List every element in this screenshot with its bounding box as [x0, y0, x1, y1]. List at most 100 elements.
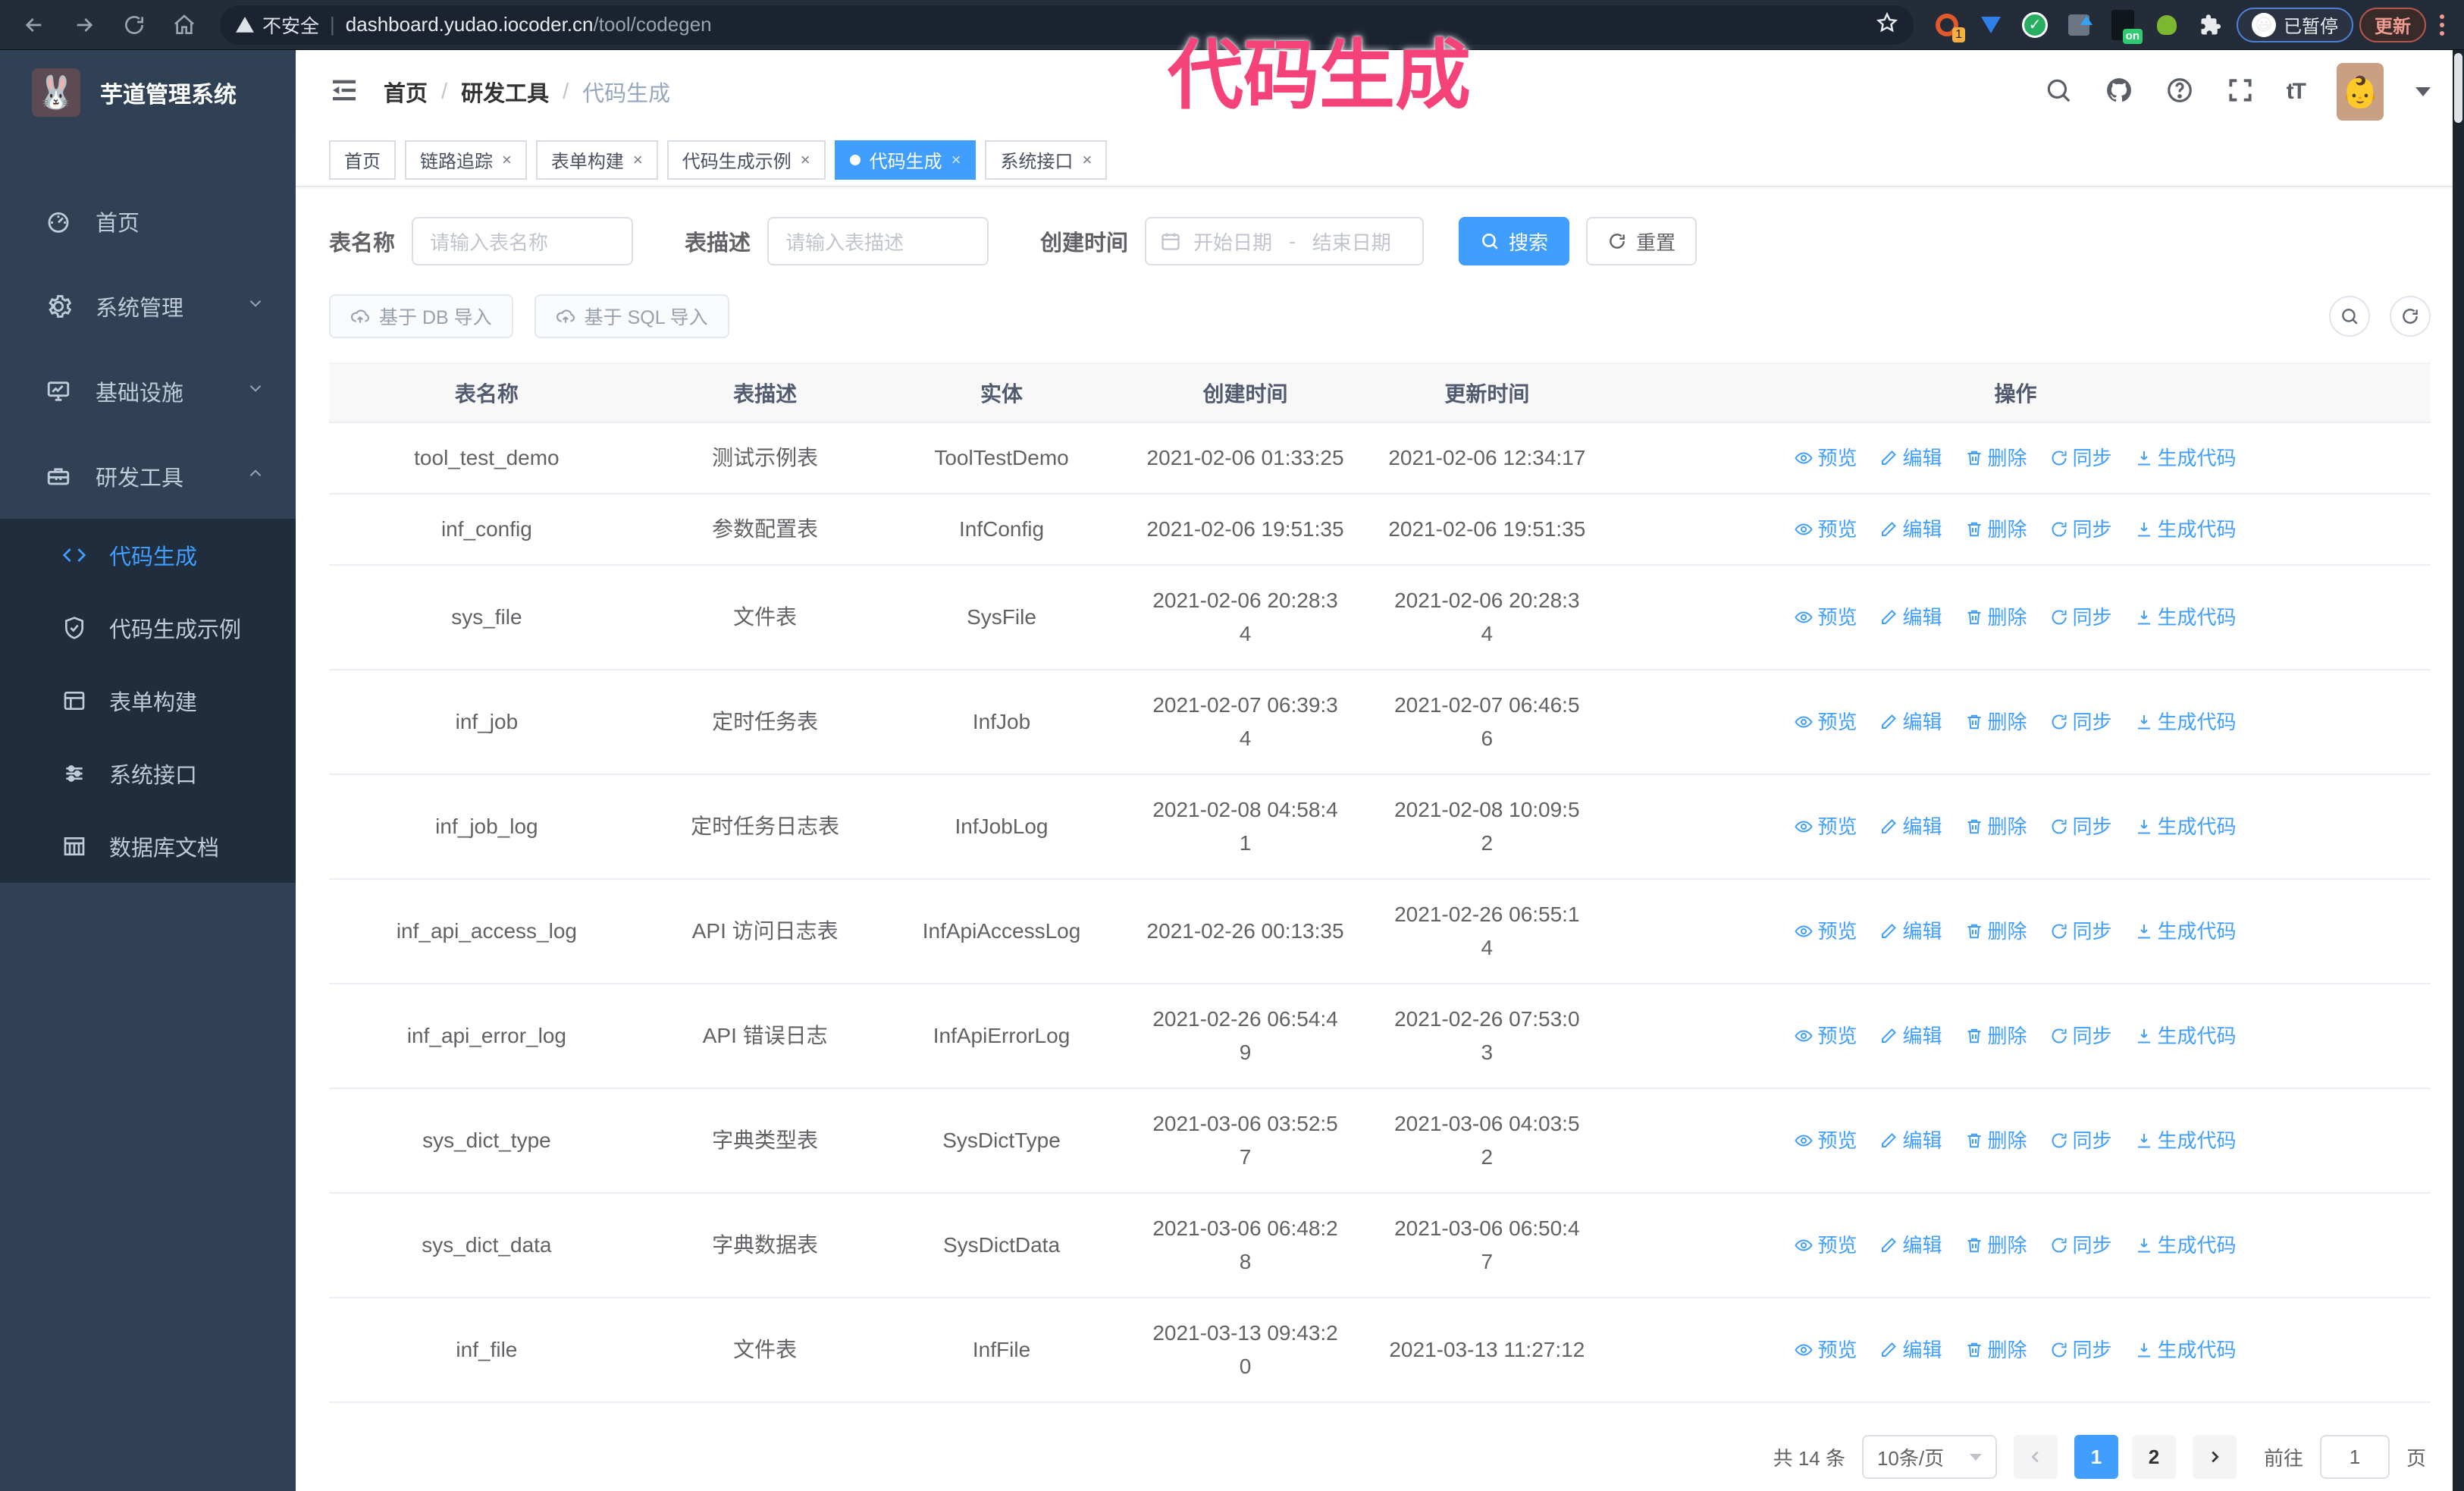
action-eye[interactable]: 预览: [1795, 441, 1857, 475]
action-download[interactable]: 生成代码: [2135, 601, 2237, 634]
action-edit[interactable]: 编辑: [1879, 1019, 1942, 1053]
action-eye[interactable]: 预览: [1795, 1229, 1857, 1262]
reload-icon[interactable]: [112, 6, 156, 44]
tab-close-icon[interactable]: ×: [633, 150, 643, 170]
font-size-icon[interactable]: tT: [2287, 79, 2306, 105]
page-button-2[interactable]: 2: [2131, 1435, 2176, 1479]
action-edit[interactable]: 编辑: [1879, 441, 1942, 475]
action-trash[interactable]: 删除: [1965, 1333, 2027, 1367]
fullscreen-icon[interactable]: [2226, 76, 2255, 108]
action-trash[interactable]: 删除: [1965, 1124, 2027, 1157]
action-trash[interactable]: 删除: [1965, 441, 2027, 475]
action-trash[interactable]: 删除: [1965, 513, 2027, 546]
tab-close-icon[interactable]: ×: [951, 150, 961, 170]
security-warning[interactable]: 不安全: [235, 11, 319, 39]
next-page-button[interactable]: [2192, 1435, 2237, 1479]
sidebar-item-system[interactable]: 系统管理: [0, 264, 296, 349]
bookmark-star-icon[interactable]: [1876, 11, 1898, 38]
action-trash[interactable]: 删除: [1965, 915, 2027, 948]
sidebar-item-infra[interactable]: 基础设施: [0, 349, 296, 434]
action-eye[interactable]: 预览: [1795, 915, 1857, 948]
breadcrumb-item[interactable]: 首页: [384, 76, 428, 108]
tab-1[interactable]: 链路追踪 ×: [405, 140, 527, 180]
action-edit[interactable]: 编辑: [1879, 1229, 1942, 1262]
submenu-item-1[interactable]: 代码生成示例: [0, 592, 296, 664]
action-download[interactable]: 生成代码: [2135, 1019, 2237, 1053]
tab-4[interactable]: 代码生成 ×: [834, 140, 977, 180]
submenu-item-3[interactable]: 系统接口: [0, 737, 296, 810]
action-trash[interactable]: 删除: [1965, 1019, 2027, 1053]
action-download[interactable]: 生成代码: [2135, 810, 2237, 843]
github-icon[interactable]: [2105, 76, 2133, 108]
action-download[interactable]: 生成代码: [2135, 513, 2237, 546]
action-sync[interactable]: 同步: [2050, 705, 2112, 739]
submenu-item-4[interactable]: 数据库文档: [0, 810, 296, 883]
action-sync[interactable]: 同步: [2050, 1124, 2112, 1157]
extension-check-icon[interactable]: ✓: [2021, 11, 2049, 39]
action-download[interactable]: 生成代码: [2135, 915, 2237, 948]
action-trash[interactable]: 删除: [1965, 601, 2027, 634]
action-edit[interactable]: 编辑: [1879, 915, 1942, 948]
prev-page-button[interactable]: [2013, 1435, 2058, 1479]
action-trash[interactable]: 删除: [1965, 705, 2027, 739]
extension-orange-icon[interactable]: 1: [1933, 11, 1965, 42]
action-download[interactable]: 生成代码: [2135, 441, 2237, 475]
forward-icon[interactable]: [62, 6, 106, 44]
submenu-item-2[interactable]: 表单构建: [0, 664, 296, 737]
action-trash[interactable]: 删除: [1965, 810, 2027, 843]
action-edit[interactable]: 编辑: [1879, 1333, 1942, 1367]
action-sync[interactable]: 同步: [2050, 1229, 2112, 1262]
home-icon[interactable]: [162, 6, 206, 44]
action-sync[interactable]: 同步: [2050, 441, 2112, 475]
action-download[interactable]: 生成代码: [2135, 1124, 2237, 1157]
page-button-1[interactable]: 1: [2074, 1435, 2118, 1479]
scrollbar-thumb[interactable]: [2454, 53, 2462, 123]
avatar-caret-icon[interactable]: [2415, 87, 2431, 96]
submenu-item-0[interactable]: 代码生成: [0, 519, 296, 592]
action-trash[interactable]: 删除: [1965, 1229, 2027, 1262]
extension-puzzle-icon[interactable]: [2197, 11, 2224, 39]
action-edit[interactable]: 编辑: [1879, 513, 1942, 546]
tab-0[interactable]: 首页: [329, 140, 396, 180]
extension-grid-icon[interactable]: [2065, 11, 2093, 39]
action-sync[interactable]: 同步: [2050, 513, 2112, 546]
app-logo-row[interactable]: 🐰 芋道管理系统: [0, 50, 296, 135]
hamburger-icon[interactable]: [329, 75, 359, 109]
action-sync[interactable]: 同步: [2050, 1019, 2112, 1053]
table-name-input[interactable]: 请输入表名称: [412, 217, 634, 265]
action-sync[interactable]: 同步: [2050, 601, 2112, 634]
tab-close-icon[interactable]: ×: [801, 150, 810, 170]
action-sync[interactable]: 同步: [2050, 915, 2112, 948]
extension-on-icon[interactable]: on: [2109, 11, 2143, 44]
sidebar-item-devtools[interactable]: 研发工具: [0, 434, 296, 519]
import-sql-button[interactable]: 基于 SQL 导入: [534, 294, 729, 338]
tab-2[interactable]: 表单构建 ×: [535, 140, 658, 180]
browser-menu-icon[interactable]: [2432, 14, 2452, 36]
action-edit[interactable]: 编辑: [1879, 1124, 1942, 1157]
action-eye[interactable]: 预览: [1795, 1019, 1857, 1053]
search-button[interactable]: 搜索: [1459, 217, 1570, 265]
action-eye[interactable]: 预览: [1795, 705, 1857, 739]
tab-close-icon[interactable]: ×: [1082, 150, 1092, 170]
action-eye[interactable]: 预览: [1795, 1333, 1857, 1367]
tab-5[interactable]: 系统接口 ×: [985, 140, 1108, 180]
browser-update-button[interactable]: 更新: [2359, 7, 2426, 42]
import-db-button[interactable]: 基于 DB 导入: [329, 294, 513, 338]
action-edit[interactable]: 编辑: [1879, 601, 1942, 634]
window-scrollbar[interactable]: [2453, 50, 2464, 1491]
action-download[interactable]: 生成代码: [2135, 1333, 2237, 1367]
action-download[interactable]: 生成代码: [2135, 1229, 2237, 1262]
refresh-table-button[interactable]: [2390, 296, 2431, 337]
extension-key-icon[interactable]: [2153, 11, 2180, 39]
profile-paused-badge[interactable]: 😃 已暂停: [2237, 7, 2353, 42]
page-size-select[interactable]: 10条/页: [1861, 1435, 1997, 1479]
toggle-search-button[interactable]: [2329, 296, 2370, 337]
action-eye[interactable]: 预览: [1795, 810, 1857, 843]
goto-page-input[interactable]: 1: [2319, 1435, 2390, 1479]
action-edit[interactable]: 编辑: [1879, 705, 1942, 739]
date-range-picker[interactable]: 开始日期 - 结束日期: [1145, 217, 1425, 265]
action-download[interactable]: 生成代码: [2135, 705, 2237, 739]
action-edit[interactable]: 编辑: [1879, 810, 1942, 843]
back-icon[interactable]: [12, 6, 56, 44]
tab-3[interactable]: 代码生成示例 ×: [666, 140, 826, 180]
